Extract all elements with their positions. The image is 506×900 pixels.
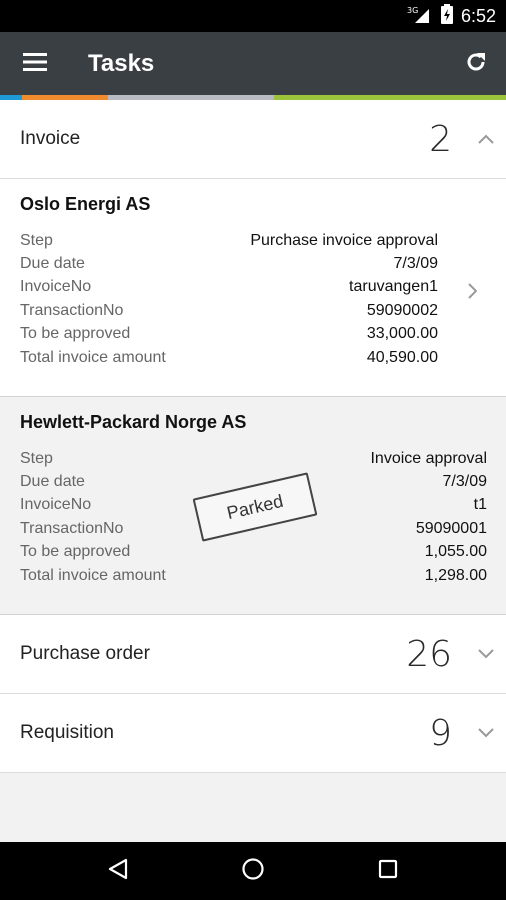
detail-row: Total invoice amount 40,590.00: [20, 346, 438, 369]
section-invoice-header[interactable]: Invoice 2: [0, 100, 506, 179]
detail-label: Due date: [20, 255, 85, 273]
back-button[interactable]: [88, 842, 148, 900]
status-bar: 3G 6:52: [0, 0, 506, 32]
menu-button[interactable]: [0, 32, 70, 95]
battery-icon: [440, 4, 453, 28]
detail-value: 7/3/09: [393, 255, 438, 273]
task-details: Step Purchase invoice approval Due date 7/…: [20, 229, 438, 369]
detail-row: InvoiceNo taruvangen1: [20, 276, 438, 299]
home-icon: [241, 857, 265, 885]
refresh-icon: [464, 50, 488, 78]
detail-value: t1: [473, 496, 487, 514]
detail-label: To be approved: [20, 543, 131, 561]
detail-value: 33,000.00: [366, 325, 438, 343]
task-list: Invoice 2 Oslo Energi AS Step Purchase in…: [0, 100, 506, 842]
detail-value: 59090001: [415, 519, 487, 537]
section-count: 9: [429, 712, 452, 754]
detail-row: Step Purchase invoice approval: [20, 229, 438, 252]
chevron-down-icon: [466, 694, 506, 773]
detail-value: Purchase invoice approval: [250, 231, 438, 249]
detail-row: Due date 7/3/09: [20, 252, 438, 275]
section-label: Purchase order: [20, 643, 150, 664]
detail-label: Step: [20, 449, 53, 467]
detail-label: Step: [20, 231, 53, 249]
svg-text:3G: 3G: [407, 6, 418, 15]
detail-value: 1,298.00: [424, 566, 487, 584]
detail-value: taruvangen1: [349, 278, 438, 296]
section-count: 2: [429, 118, 452, 160]
detail-row: Total invoice amount 1,298.00: [20, 564, 487, 587]
page-title: Tasks: [88, 49, 155, 77]
company-name: Hewlett-Packard Norge AS: [20, 412, 247, 432]
detail-row: Step Invoice approval: [20, 447, 487, 470]
detail-label: To be approved: [20, 325, 131, 343]
detail-value: Invoice approval: [370, 449, 487, 467]
system-nav-bar: [0, 842, 506, 900]
refresh-button[interactable]: [446, 32, 506, 95]
detail-label: TransactionNo: [20, 301, 124, 319]
section-count: 26: [406, 633, 452, 675]
detail-label: Total invoice amount: [20, 348, 166, 366]
status-time: 6:52: [460, 5, 496, 26]
section-purchase-order-header[interactable]: Purchase order 26: [0, 615, 506, 694]
recents-icon: [378, 859, 398, 883]
chevron-up-icon: [466, 100, 506, 179]
chevron-right-icon[interactable]: [462, 279, 482, 303]
section-label: Invoice: [20, 128, 81, 149]
app-bar: Tasks: [0, 32, 506, 95]
chevron-down-icon: [466, 615, 506, 694]
detail-value: 7/3/09: [442, 473, 487, 491]
detail-value: 40,590.00: [366, 348, 438, 366]
hamburger-menu-icon: [23, 52, 47, 75]
detail-label: Due date: [20, 473, 85, 491]
network-signal-icon: 3G: [407, 5, 433, 27]
detail-label: InvoiceNo: [20, 278, 92, 296]
section-label: Requisition: [20, 722, 114, 743]
company-name: Oslo Energi AS: [20, 194, 151, 214]
back-icon: [108, 858, 128, 884]
task-card[interactable]: Hewlett-Packard Norge AS Step Invoice app…: [0, 397, 506, 615]
detail-row: To be approved 1,055.00: [20, 541, 487, 564]
detail-label: Total invoice amount: [20, 566, 166, 584]
task-card[interactable]: Oslo Energi AS Step Purchase invoice appr…: [0, 179, 506, 397]
section-requisition-header[interactable]: Requisition 9: [0, 694, 506, 773]
detail-row: TransactionNo 59090002: [20, 299, 438, 322]
detail-value: 1,055.00: [424, 543, 487, 561]
detail-value: 59090002: [366, 301, 438, 319]
detail-row: To be approved 33,000.00: [20, 323, 438, 346]
home-button[interactable]: [223, 842, 283, 900]
recents-button[interactable]: [358, 842, 418, 900]
